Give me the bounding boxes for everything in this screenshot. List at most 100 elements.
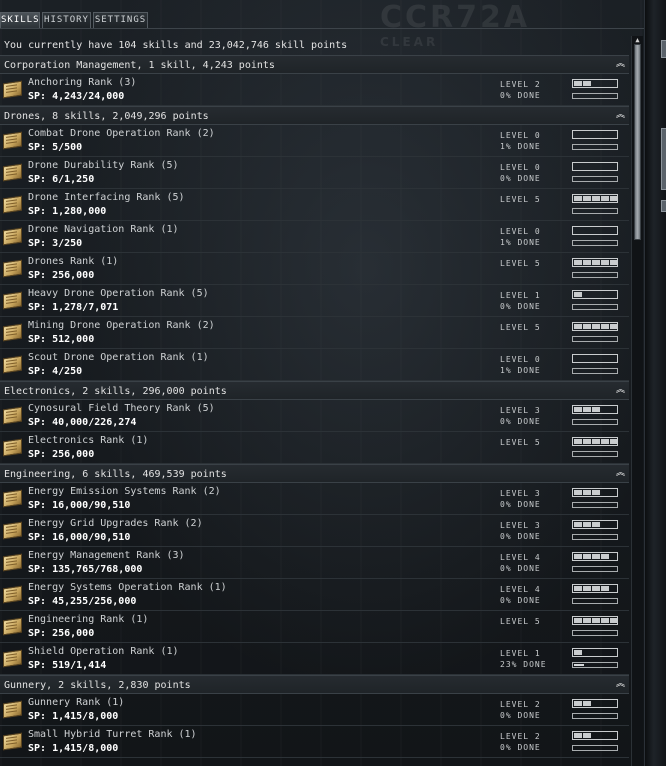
skill-name: Mining Drone Operation Rank (2): [28, 320, 215, 331]
skill-progress-bar: [572, 144, 618, 150]
group-header[interactable]: Electronics, 2 skills, 296,000 points ︽: [0, 381, 629, 400]
skill-row[interactable]: Drones Rank (1) SP: 256,000 LEVEL 5: [0, 253, 629, 285]
skillbook-icon: [3, 195, 22, 214]
skill-level-indicator: [572, 354, 618, 363]
skill-level-indicator: [572, 488, 618, 497]
skill-points: SP: 4/250: [28, 366, 83, 377]
skill-row[interactable]: Drone Interfacing Rank (5) SP: 1,280,000 L…: [0, 189, 629, 221]
skill-row[interactable]: Drone Durability Rank (5) SP: 6/1,250 LEVE…: [0, 157, 629, 189]
skill-level-text: LEVEL 2: [500, 732, 541, 741]
skill-name: Drone Interfacing Rank (5): [28, 192, 185, 203]
skill-points: SP: 1,415/8,000: [28, 743, 119, 754]
skill-progress-text: 0% DONE: [500, 174, 541, 183]
level-pip: [583, 586, 591, 591]
group-header[interactable]: Engineering, 6 skills, 469,539 points ︽: [0, 464, 629, 483]
skill-row[interactable]: Energy Emission Systems Rank (2) SP: 16,0…: [0, 483, 629, 515]
skill-level-indicator: [572, 79, 618, 88]
skill-row[interactable]: Small Hybrid Turret Rank (1) SP: 1,415/8,…: [0, 726, 629, 758]
skill-row[interactable]: Mining Drone Operation Rank (2) SP: 512,0…: [0, 317, 629, 349]
skill-name: Cynosural Field Theory Rank (5): [28, 403, 215, 414]
skill-level-text: LEVEL 0: [500, 131, 541, 140]
level-pip: [610, 324, 618, 329]
skill-level-indicator: [572, 616, 618, 625]
skillbook-icon: [3, 489, 22, 508]
level-pip: [610, 260, 618, 265]
level-pip: [601, 324, 609, 329]
tab-skills[interactable]: SKILLS: [0, 12, 40, 28]
skill-name: Energy Emission Systems Rank (2): [28, 486, 221, 497]
level-pip: [601, 618, 609, 623]
collapse-chevron-icon[interactable]: ︽: [615, 385, 626, 396]
skill-row[interactable]: Energy Grid Upgrades Rank (2) SP: 16,000/…: [0, 515, 629, 547]
edge-tab: [661, 40, 666, 58]
skill-level-indicator: [572, 226, 618, 235]
skills-list[interactable]: You currently have 104 skills and 23,042…: [0, 36, 629, 766]
group-header[interactable]: Drones, 8 skills, 2,049,296 points ︽: [0, 106, 629, 125]
tab-settings[interactable]: SETTINGS: [93, 12, 148, 28]
level-pip: [592, 554, 600, 559]
skill-name: Energy Systems Operation Rank (1): [28, 582, 227, 593]
skill-row[interactable]: Combat Drone Operation Rank (2) SP: 5/500…: [0, 125, 629, 157]
level-pip: [610, 439, 618, 444]
group-header[interactable]: Gunnery, 2 skills, 2,830 points ︽: [0, 675, 629, 694]
group-header[interactable]: Corporation Management, 1 skill, 4,243 p…: [0, 55, 629, 74]
skill-level-text: LEVEL 0: [500, 227, 541, 236]
level-pip: [574, 490, 582, 495]
skill-name: Anchoring Rank (3): [28, 77, 137, 88]
level-pip: [574, 554, 582, 559]
skillbook-icon: [3, 406, 22, 425]
tab-bar: SKILLS HISTORY SETTINGS: [0, 12, 644, 28]
skill-points: SP: 45,255/256,000: [28, 596, 137, 607]
collapse-chevron-icon[interactable]: ︽: [615, 679, 626, 690]
skill-row[interactable]: Shield Operation Rank (1) SP: 519/1,414 LE…: [0, 643, 629, 675]
skill-name: Engineering Rank (1): [28, 614, 149, 625]
skill-row[interactable]: Scout Drone Operation Rank (1) SP: 4/250 L…: [0, 349, 629, 381]
skill-level-text: LEVEL 1: [500, 291, 541, 300]
skillbook-icon: [3, 438, 22, 457]
skill-row[interactable]: Energy Systems Operation Rank (1) SP: 45,…: [0, 579, 629, 611]
collapse-chevron-icon[interactable]: ︽: [615, 59, 626, 70]
skillbook-icon: [3, 163, 22, 182]
level-pip: [574, 439, 582, 444]
collapse-chevron-icon[interactable]: ︽: [615, 110, 626, 121]
level-pip: [583, 554, 591, 559]
skill-row[interactable]: Gunnery Rank (1) SP: 1,415/8,000 LEVEL 2 0%…: [0, 694, 629, 726]
level-pip: [574, 701, 582, 706]
level-pip: [574, 618, 582, 623]
skill-row[interactable]: Anchoring Rank (3) SP: 4,243/24,000 LEVEL …: [0, 74, 629, 106]
level-pip: [601, 439, 609, 444]
skill-progress-bar: [572, 713, 618, 719]
level-pip: [592, 522, 600, 527]
skill-row[interactable]: Cynosural Field Theory Rank (5) SP: 40,00…: [0, 400, 629, 432]
skill-name: Energy Management Rank (3): [28, 550, 185, 561]
level-pip: [583, 407, 591, 412]
skill-level-indicator: [572, 437, 618, 446]
skill-progress-bar: [572, 93, 618, 99]
skill-points: SP: 3/250: [28, 238, 83, 249]
skillbook-icon: [3, 521, 22, 540]
skill-name: Drone Navigation Rank (1): [28, 224, 179, 235]
scrollbar-thumb[interactable]: [634, 44, 641, 240]
level-pip: [610, 196, 618, 201]
scrollbar[interactable]: ▲: [631, 36, 643, 766]
skill-name: Gunnery Rank (1): [28, 697, 125, 708]
skillbook-icon: [3, 291, 22, 310]
skill-points: SP: 4,243/24,000: [28, 91, 125, 102]
group-header-label: Electronics, 2 skills, 296,000 points: [4, 386, 227, 397]
skillbook-icon: [3, 323, 22, 342]
level-pip: [601, 196, 609, 201]
skill-name: Electronics Rank (1): [28, 435, 149, 446]
level-pip: [574, 260, 582, 265]
level-pip: [583, 260, 591, 265]
skill-row[interactable]: Electronics Rank (1) SP: 256,000 LEVEL 5: [0, 432, 629, 464]
skill-progress-bar: [572, 630, 618, 636]
skill-progress-bar: [572, 272, 618, 278]
tab-history[interactable]: HISTORY: [42, 12, 91, 28]
skill-row[interactable]: Engineering Rank (1) SP: 256,000 LEVEL 5: [0, 611, 629, 643]
skill-row[interactable]: Drone Navigation Rank (1) SP: 3/250 LEVEL …: [0, 221, 629, 253]
skill-points: SP: 1,415/8,000: [28, 711, 119, 722]
collapse-chevron-icon[interactable]: ︽: [615, 468, 626, 479]
skill-row[interactable]: Heavy Drone Operation Rank (5) SP: 1,278/…: [0, 285, 629, 317]
skill-row[interactable]: Energy Management Rank (3) SP: 135,765/76…: [0, 547, 629, 579]
skill-level-text: LEVEL 2: [500, 80, 541, 89]
